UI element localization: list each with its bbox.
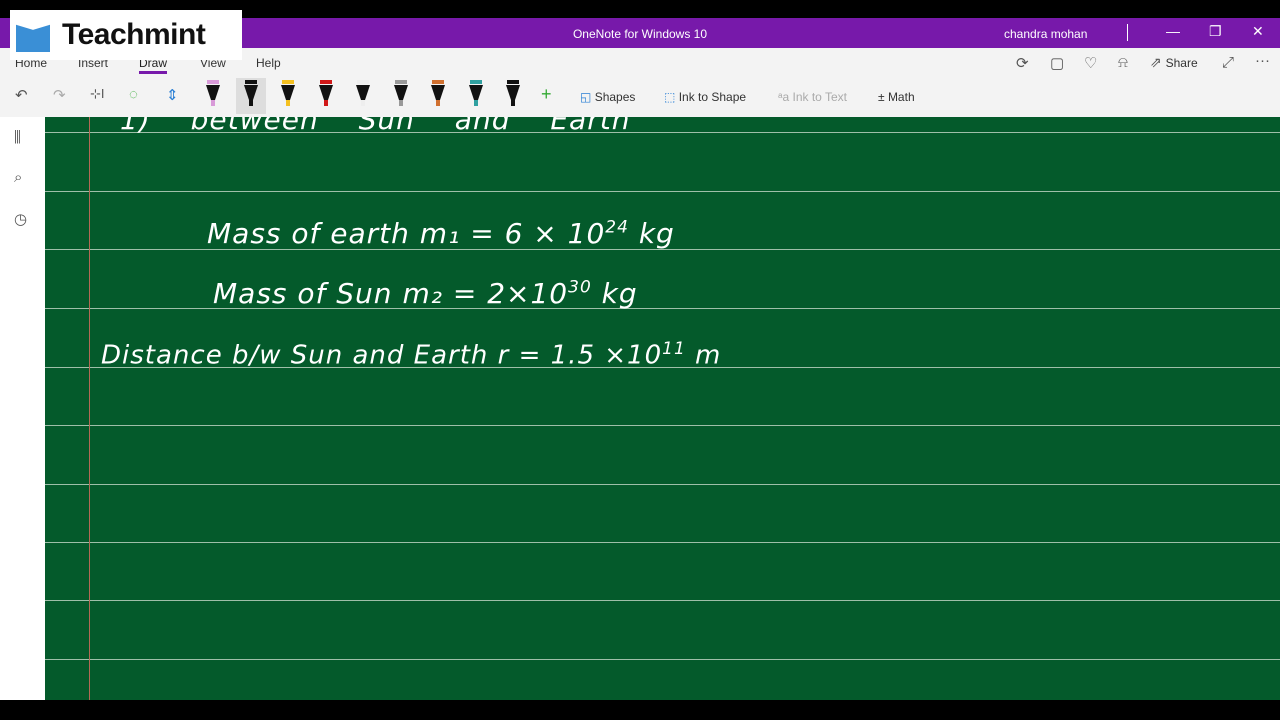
- rule-line: [45, 191, 1280, 192]
- ink-to-shape-icon: ⬚: [664, 90, 676, 104]
- notebooks-icon[interactable]: ⫼: [14, 129, 21, 146]
- gray-pen-icon[interactable]: [393, 80, 409, 108]
- minimize-button[interactable]: —: [1166, 23, 1180, 39]
- lightbulb-icon[interactable]: ♡: [1084, 54, 1097, 72]
- ink-to-text-icon: ᵃa: [778, 90, 790, 104]
- black-pen-icon[interactable]: [236, 78, 266, 114]
- ink-to-shape-button[interactable]: ⬚ Ink to Shape: [664, 90, 746, 104]
- sync-icon[interactable]: ⟳: [1016, 54, 1029, 72]
- shapes-icon: ◱: [580, 90, 592, 104]
- undo-icon[interactable]: ↶: [15, 86, 28, 104]
- lasso-select-icon[interactable]: ◌: [129, 86, 138, 103]
- lasso-text-icon[interactable]: ⊹I: [90, 86, 105, 102]
- rule-line: [45, 425, 1280, 426]
- share-button[interactable]: ⇗ Share: [1150, 54, 1198, 71]
- math-icon: ±: [878, 90, 885, 104]
- note-canvas[interactable]: 1) between Sun and Earth Mass of earth m…: [45, 117, 1280, 700]
- teachmint-book-icon: [16, 24, 50, 52]
- galaxy-pen-icon[interactable]: [468, 80, 484, 108]
- add-pen-icon[interactable]: +: [541, 84, 552, 105]
- rule-line: [45, 484, 1280, 485]
- margin-line: [89, 117, 90, 700]
- black-pen-2-icon[interactable]: [505, 80, 521, 108]
- expand-icon[interactable]: ⤢: [1222, 54, 1234, 71]
- share-label: Share: [1165, 56, 1198, 70]
- rule-line: [45, 542, 1280, 543]
- search-icon[interactable]: ⌕: [14, 169, 22, 186]
- ink-to-text-button[interactable]: ᵃa Ink to Text: [778, 90, 847, 104]
- divider: [1127, 24, 1128, 41]
- tab-help[interactable]: Help: [256, 56, 281, 70]
- rule-line: [45, 600, 1280, 601]
- highlighter-pink-icon[interactable]: [205, 80, 221, 108]
- more-icon[interactable]: ···: [1255, 52, 1270, 69]
- rule-line: [45, 659, 1280, 660]
- redo-icon[interactable]: ↷: [53, 86, 66, 104]
- rainbow-pen-icon[interactable]: [430, 80, 446, 108]
- red-pen-icon[interactable]: [318, 80, 334, 108]
- ink-line-mass-earth: Mass of earth m₁ = 6 × 1024 kg: [207, 217, 675, 250]
- user-name[interactable]: chandra mohan: [1004, 27, 1087, 41]
- navigation-sidebar: ⫼ ⌕ ◷: [0, 117, 45, 700]
- ink-line-distance: Distance b/w Sun and Earth r = 1.5 ×1011…: [101, 339, 722, 371]
- ink-line-mass-sun: Mass of Sun m₂ = 2×1030 kg: [213, 277, 638, 310]
- add-space-icon[interactable]: ⇕: [166, 86, 179, 104]
- close-button[interactable]: ✕: [1252, 23, 1264, 40]
- recent-icon[interactable]: ◷: [14, 210, 27, 228]
- math-button[interactable]: ± Math: [878, 90, 915, 104]
- bell-icon[interactable]: ⍾: [1118, 54, 1128, 71]
- yellow-pen-icon[interactable]: [280, 80, 296, 108]
- teachmint-logo: Teachmint: [10, 10, 242, 60]
- notebook-icon[interactable]: ▢: [1050, 54, 1064, 72]
- shapes-button[interactable]: ◱ Shapes: [580, 90, 635, 104]
- restore-button[interactable]: ❐: [1209, 23, 1222, 40]
- white-marker-icon[interactable]: [355, 80, 371, 108]
- ink-line-heading: 1) between Sun and Earth: [120, 117, 631, 136]
